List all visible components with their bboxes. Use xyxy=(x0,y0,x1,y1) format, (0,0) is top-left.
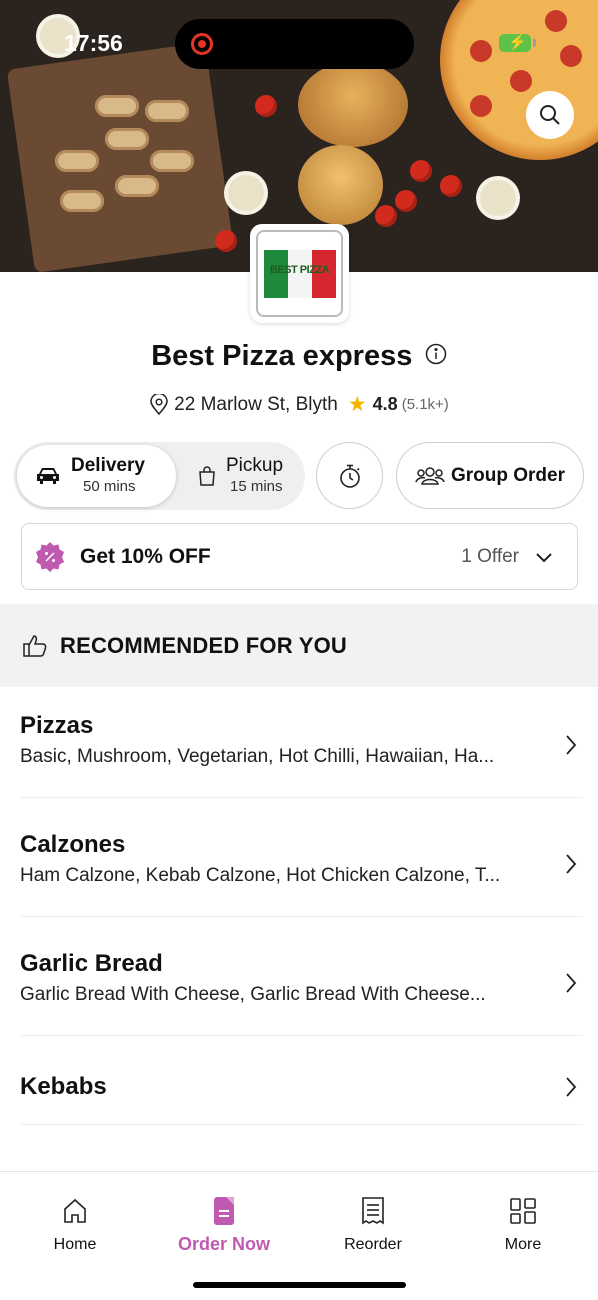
bread-slice xyxy=(105,128,149,150)
info-icon[interactable] xyxy=(425,343,447,370)
logo-text: BEST PIZZA xyxy=(269,263,330,276)
pepperoni xyxy=(470,40,492,62)
category-row-calzones[interactable]: Calzones Ham Calzone, Kebab Calzone, Hot… xyxy=(20,831,583,917)
location-pin-icon xyxy=(149,393,169,416)
tomato xyxy=(255,95,277,117)
nav-label: More xyxy=(504,1236,542,1253)
pepperoni xyxy=(545,10,567,32)
sauce-bowl xyxy=(480,180,516,216)
offer-banner[interactable]: Get 10% OFF 1 Offer xyxy=(21,523,578,590)
italian-flag-logo: BEST PIZZA xyxy=(263,249,336,298)
nav-order-now[interactable]: Order Now xyxy=(164,1194,284,1255)
nav-home[interactable]: Home xyxy=(15,1194,135,1254)
nav-label: Reorder xyxy=(344,1236,402,1253)
category-row-kebabs[interactable]: Kebabs xyxy=(20,1073,583,1125)
tomato xyxy=(375,205,397,227)
discount-badge-icon xyxy=(34,541,66,573)
category-items: Garlic Bread With Cheese, Garlic Bread W… xyxy=(20,984,486,1005)
pepperoni xyxy=(560,45,582,67)
restaurant-header: Best Pizza express xyxy=(0,340,598,373)
chevron-right-icon xyxy=(565,734,577,756)
bread-slice xyxy=(55,150,99,172)
pepperoni xyxy=(470,95,492,117)
bread-slice xyxy=(95,95,139,117)
recommended-label: RECOMMENDED FOR YOU xyxy=(60,632,347,658)
group-order-label: Group Order xyxy=(450,464,565,486)
bottom-nav: Home Order Now Reorder More xyxy=(0,1171,598,1300)
category-items: Basic, Mushroom, Vegetarian, Hot Chilli,… xyxy=(20,746,495,767)
pickup-label: Pickup xyxy=(226,455,284,476)
offer-count: 1 Offer xyxy=(461,545,519,567)
car-icon xyxy=(33,466,63,486)
chevron-right-icon xyxy=(565,972,577,994)
battery-icon: ⚡ xyxy=(499,34,536,52)
tomato xyxy=(440,175,462,197)
rating-count: (5.1k+) xyxy=(401,396,449,413)
nav-more[interactable]: More xyxy=(463,1194,583,1254)
tomato xyxy=(215,230,237,252)
tomato xyxy=(395,190,417,212)
category-name: Garlic Bread xyxy=(20,950,163,977)
rating-value: 4.8 xyxy=(372,394,398,414)
recommended-header: RECOMMENDED FOR YOU xyxy=(0,604,598,687)
address-row: 22 Marlow St, Blyth ★ 4.8 (5.1k+) xyxy=(0,392,598,417)
bread-slice xyxy=(60,190,104,212)
delivery-time: 50 mins xyxy=(83,478,136,495)
search-button[interactable] xyxy=(526,91,574,139)
search-icon xyxy=(540,105,560,125)
chevron-right-icon xyxy=(565,853,577,875)
status-time: 17:56 xyxy=(64,30,123,56)
restaurant-name: Best Pizza express xyxy=(151,340,413,372)
chevron-down-icon xyxy=(535,551,553,563)
burger-image xyxy=(298,62,408,147)
fulfillment-toggle: Delivery 50 mins Pickup 15 mins xyxy=(14,442,305,510)
delivery-option[interactable]: Delivery 50 mins xyxy=(17,445,176,507)
star-icon: ★ xyxy=(347,393,367,416)
nav-reorder[interactable]: Reorder xyxy=(313,1194,433,1254)
bread-slice xyxy=(150,150,194,172)
home-icon xyxy=(15,1194,135,1228)
nav-label: Home xyxy=(53,1236,97,1253)
order-icon xyxy=(164,1194,284,1228)
address-text: 22 Marlow St, Blyth xyxy=(174,393,338,415)
grid-icon xyxy=(463,1194,583,1228)
restaurant-logo: BEST PIZZA xyxy=(250,224,349,323)
bread-slice xyxy=(115,175,159,197)
sauce-bowl xyxy=(228,175,264,211)
chevron-right-icon xyxy=(565,1076,577,1098)
category-name: Pizzas xyxy=(20,712,94,739)
stopwatch-icon xyxy=(339,464,360,488)
thumbs-up-icon xyxy=(22,634,48,658)
delivery-label: Delivery xyxy=(71,455,145,476)
nav-label: Order Now xyxy=(177,1234,270,1254)
group-order-button[interactable]: Group Order xyxy=(396,442,584,509)
pickup-time: 15 mins xyxy=(230,478,283,495)
category-items: Ham Calzone, Kebab Calzone, Hot Chicken … xyxy=(20,865,501,886)
bruschetta-board xyxy=(6,42,234,272)
recording-icon xyxy=(191,33,213,55)
dynamic-island xyxy=(175,19,414,69)
group-icon xyxy=(415,464,445,488)
pickup-option[interactable]: Pickup 15 mins xyxy=(184,445,302,507)
bread-slice xyxy=(145,100,189,122)
burger-image xyxy=(298,145,383,225)
tomato xyxy=(410,160,432,182)
pepperoni xyxy=(510,70,532,92)
category-row-garlic-bread[interactable]: Garlic Bread Garlic Bread With Cheese, G… xyxy=(20,950,583,1036)
category-name: Kebabs xyxy=(20,1073,107,1100)
home-indicator xyxy=(193,1282,406,1288)
receipt-icon xyxy=(313,1194,433,1228)
shopping-bag-icon xyxy=(198,465,216,487)
schedule-button[interactable] xyxy=(316,442,383,509)
category-row-pizzas[interactable]: Pizzas Basic, Mushroom, Vegetarian, Hot … xyxy=(20,712,583,798)
offer-title: Get 10% OFF xyxy=(80,544,211,568)
category-name: Calzones xyxy=(20,831,126,858)
